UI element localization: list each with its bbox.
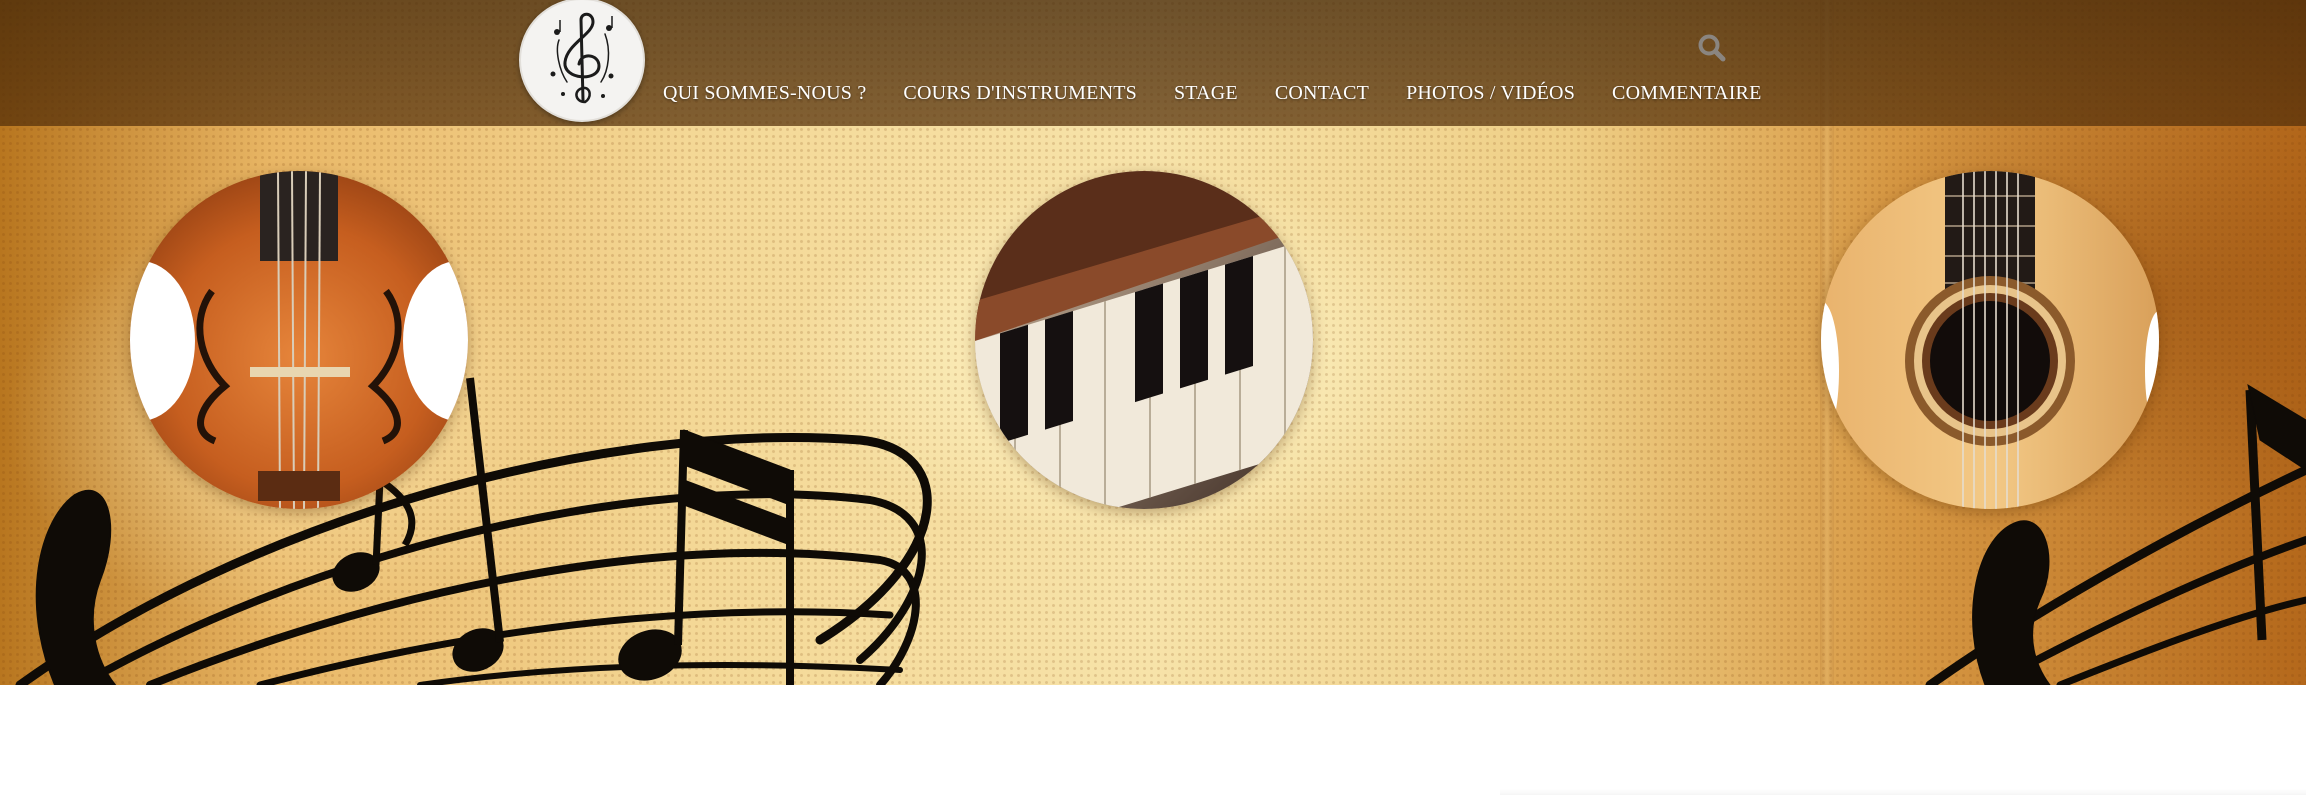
nav-item-contact[interactable]: CONTACT (1275, 82, 1369, 105)
main-navigation: QUI SOMMES-NOUS ? COURS D'INSTRUMENTS ST… (663, 82, 1762, 105)
nav-item-qui-sommes-nous[interactable]: QUI SOMMES-NOUS ? (663, 82, 866, 105)
search-button[interactable] (1697, 33, 1727, 63)
page-content-area (0, 685, 2306, 795)
piano-image[interactable] (975, 171, 1313, 509)
nav-item-commentaire[interactable]: COMMENTAIRE (1612, 82, 1762, 105)
site-logo[interactable] (519, 0, 645, 122)
nav-item-stage[interactable]: STAGE (1174, 82, 1238, 105)
guitar-image[interactable] (1821, 171, 2159, 509)
nav-item-photos-videos[interactable]: PHOTOS / VIDÉOS (1406, 82, 1575, 105)
search-icon (1698, 34, 1726, 62)
nav-item-cours-instruments[interactable]: COURS D'INSTRUMENTS (903, 82, 1137, 105)
treble-clef-icon (550, 12, 614, 104)
content-divider (1500, 789, 2306, 795)
top-navigation-bar: QUI SOMMES-NOUS ? COURS D'INSTRUMENTS ST… (0, 0, 2306, 126)
violin-image[interactable] (130, 171, 468, 509)
